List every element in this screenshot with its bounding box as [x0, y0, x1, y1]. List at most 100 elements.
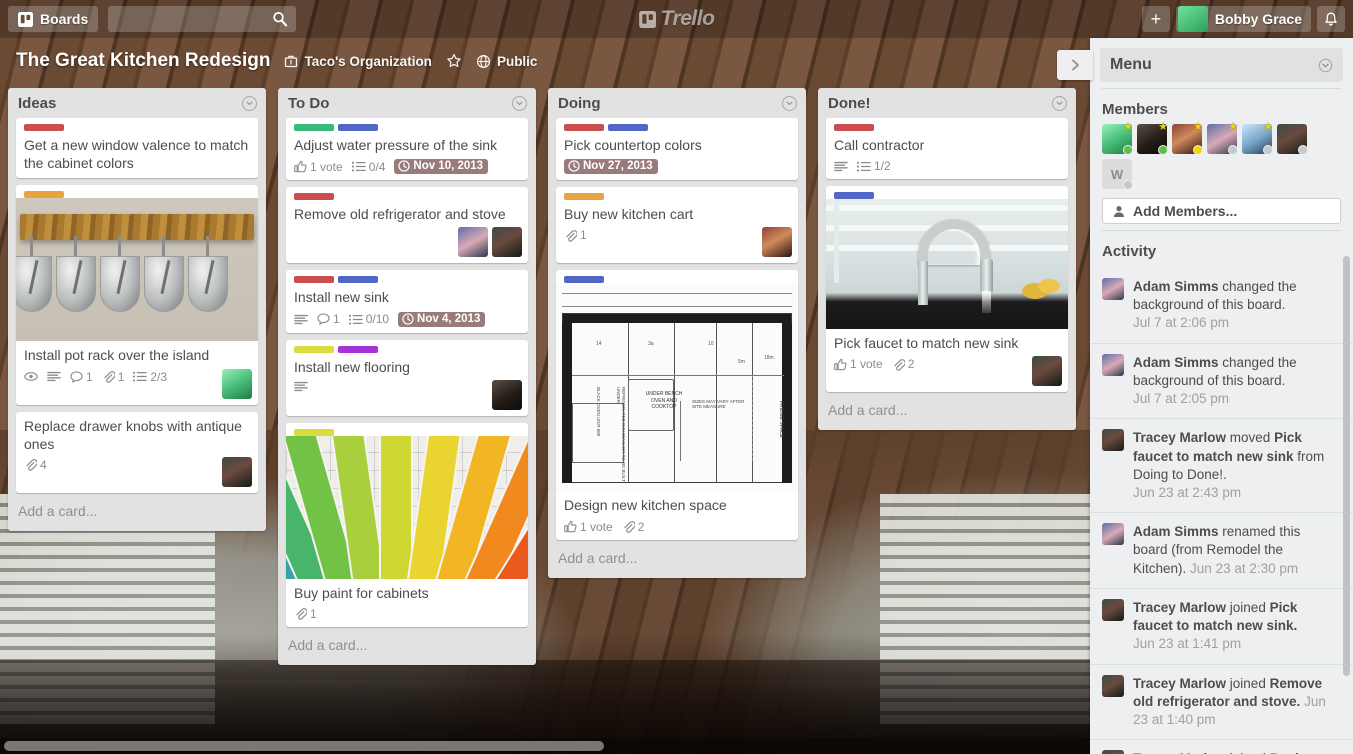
due-date-badge[interactable]: Nov 27, 2013: [564, 159, 658, 175]
activity-item[interactable]: Tracey Marlow moved Pick faucet to match…: [1090, 418, 1353, 512]
notifications-button[interactable]: [1317, 6, 1345, 32]
due-date-badge[interactable]: Nov 4, 2013: [398, 311, 486, 327]
organization-link[interactable]: Taco's Organization: [284, 54, 432, 69]
card-labels: [556, 118, 798, 131]
card-label[interactable]: [564, 276, 604, 284]
card[interactable]: Pick countertop colors Nov 27, 2013: [556, 118, 798, 181]
sidebar-scrollbar[interactable]: [1343, 256, 1350, 676]
avatar[interactable]: [222, 456, 252, 487]
card-list[interactable]: Get a new window valence to match the ca…: [8, 118, 266, 493]
chevron-down-circle-icon[interactable]: [1318, 58, 1333, 73]
card-label[interactable]: [294, 276, 334, 284]
activity-item[interactable]: Adam Simms changed the background of thi…: [1090, 268, 1353, 343]
card[interactable]: Install pot rack over the island 1 1 2/3: [16, 185, 258, 405]
member-avatar[interactable]: ★: [1172, 122, 1203, 155]
card-label[interactable]: [564, 124, 604, 131]
activity-item[interactable]: Tracey Marlow joined Replace drawer knob…: [1090, 739, 1353, 754]
card[interactable]: 14 3a 10 5m 18m UNDER BENCH OVEN AND COOKT…: [556, 270, 798, 540]
card-label[interactable]: [294, 124, 334, 131]
sidebar-toggle-button[interactable]: [1057, 50, 1093, 80]
list-ideas[interactable]: Ideas Get a new window valence to match …: [8, 88, 266, 531]
activity-time: Jul 7 at 2:05 pm: [1133, 391, 1230, 407]
card-members: [484, 376, 528, 410]
member-avatar[interactable]: ★: [1242, 122, 1273, 155]
add-members-button[interactable]: Add Members...: [1102, 198, 1341, 224]
star-button[interactable]: [446, 53, 462, 69]
card-label[interactable]: [24, 191, 64, 199]
vote-icon: [834, 358, 847, 371]
activity-item[interactable]: Tracey Marlow joined Remove old refriger…: [1090, 663, 1353, 740]
user-menu-button[interactable]: Bobby Grace: [1175, 6, 1311, 32]
card-label[interactable]: [338, 276, 378, 284]
trello-board-icon: [638, 10, 656, 28]
card[interactable]: Buy paint for cabinets 1: [286, 422, 528, 627]
card-label[interactable]: [294, 345, 334, 353]
member-avatar[interactable]: W: [1102, 159, 1133, 190]
visibility-button[interactable]: Public: [476, 54, 537, 69]
avatar[interactable]: [222, 368, 252, 399]
activity-feed[interactable]: Adam Simms changed the background of thi…: [1090, 268, 1353, 754]
list-done[interactable]: Done! Call contractor 1/2 Pick faucet to…: [818, 88, 1076, 431]
card-label[interactable]: [338, 345, 378, 353]
card-list[interactable]: Adjust water pressure of the sink 1 vote…: [278, 118, 536, 627]
comment-icon: [70, 370, 83, 383]
list-doing[interactable]: Doing Pick countertop colors Nov 27, 201…: [548, 88, 806, 578]
avatar[interactable]: [1032, 356, 1062, 387]
avatar[interactable]: [492, 227, 522, 258]
card-footer: 1 vote 2: [556, 515, 798, 534]
card-label[interactable]: [564, 193, 604, 201]
search-input[interactable]: [116, 11, 289, 27]
card[interactable]: Get a new window valence to match the ca…: [16, 118, 258, 179]
list-menu-icon[interactable]: [782, 96, 797, 111]
avatar[interactable]: [762, 227, 792, 258]
member-avatar[interactable]: ★: [1207, 122, 1238, 155]
member-avatar[interactable]: [1277, 124, 1308, 155]
trello-logo[interactable]: Trello: [638, 7, 715, 31]
card[interactable]: Install new sink 1 0/10 Nov 4, 2013: [286, 270, 528, 333]
search-box[interactable]: [108, 6, 297, 32]
board-horizontal-scrollbar[interactable]: [0, 738, 1090, 754]
member-avatar[interactable]: ★: [1137, 122, 1168, 155]
card-label[interactable]: [608, 124, 648, 131]
card[interactable]: Call contractor 1/2: [826, 118, 1068, 180]
list-menu-icon[interactable]: [1052, 96, 1067, 111]
card-badges: Nov 27, 2013: [556, 154, 784, 175]
card-label[interactable]: [338, 124, 378, 131]
card[interactable]: Replace drawer knobs with antique ones 4: [16, 411, 258, 493]
card[interactable]: Remove old refrigerator and stove: [286, 187, 528, 264]
add-card-button[interactable]: Add a card...: [548, 540, 806, 578]
card[interactable]: Buy new kitchen cart 1: [556, 187, 798, 264]
add-card-button[interactable]: Add a card...: [278, 627, 536, 665]
list-menu-icon[interactable]: [242, 96, 257, 111]
card-label[interactable]: [24, 124, 64, 131]
boards-button[interactable]: Boards: [8, 6, 99, 32]
search-icon[interactable]: [272, 11, 288, 27]
add-button[interactable]: +: [1141, 6, 1170, 32]
star-outline-icon: [446, 53, 462, 69]
member-avatar[interactable]: ★: [1102, 122, 1133, 155]
add-card-button[interactable]: Add a card...: [8, 493, 266, 531]
card-label[interactable]: [834, 124, 874, 131]
trello-app: Boards Trello + Bobby Grace The Great Ki…: [0, 0, 1353, 754]
card[interactable]: Adjust water pressure of the sink 1 vote…: [286, 118, 528, 181]
activity-item[interactable]: Tracey Marlow joined Pick faucet to matc…: [1090, 587, 1353, 664]
card-list[interactable]: Pick countertop colors Nov 27, 2013 Buy …: [548, 118, 806, 540]
card[interactable]: Install new flooring: [286, 339, 528, 416]
card-label[interactable]: [294, 428, 334, 436]
card-list[interactable]: Call contractor 1/2 Pick faucet to match…: [818, 118, 1076, 393]
avatar[interactable]: [458, 227, 488, 258]
avatar[interactable]: [492, 379, 522, 410]
card-label[interactable]: [294, 193, 334, 201]
board-canvas[interactable]: Ideas Get a new window valence to match …: [0, 88, 1090, 736]
card-label[interactable]: [834, 192, 874, 200]
due-date-badge[interactable]: Nov 10, 2013: [394, 159, 489, 175]
list-to-do[interactable]: To Do Adjust water pressure of the sink …: [278, 88, 536, 665]
list-menu-icon[interactable]: [512, 96, 527, 111]
card[interactable]: Pick faucet to match new sink 1 vote 2: [826, 186, 1068, 393]
scrollbar-thumb[interactable]: [4, 741, 604, 751]
activity-item[interactable]: Adam Simms changed the background of thi…: [1090, 342, 1353, 419]
activity-item[interactable]: Adam Simms renamed this board (from Remo…: [1090, 512, 1353, 588]
description-icon: [294, 381, 308, 392]
sidebar-menu-header[interactable]: Menu: [1100, 48, 1343, 82]
add-card-button[interactable]: Add a card...: [818, 392, 1076, 430]
